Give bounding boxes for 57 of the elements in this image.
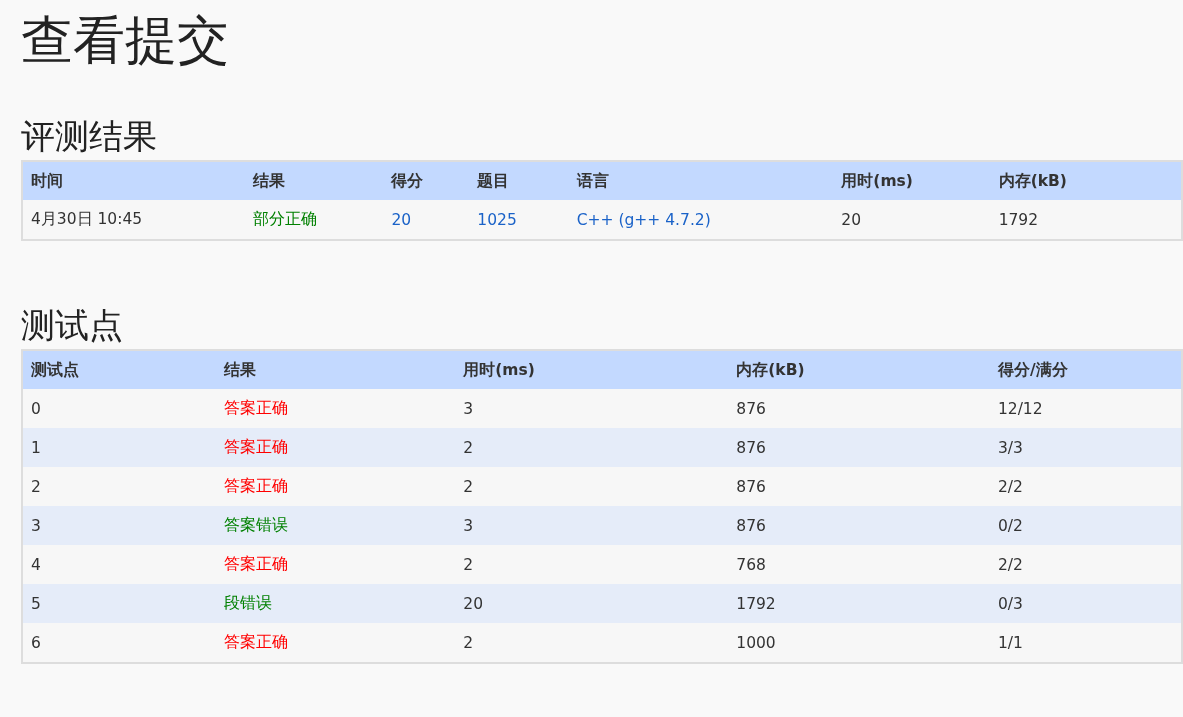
table-cell: 1000 bbox=[736, 633, 776, 652]
table-cell: 2 bbox=[463, 477, 474, 496]
table-cell: 876 bbox=[736, 399, 766, 418]
column-header: 用时(ms) bbox=[833, 161, 991, 200]
table-cell: 2/2 bbox=[997, 477, 1023, 496]
column-header: 用时(ms) bbox=[455, 350, 729, 389]
table-cell: 0/2 bbox=[997, 516, 1023, 535]
table-cell: 5 bbox=[31, 594, 41, 613]
table-cell: 6 bbox=[31, 633, 41, 652]
table-cell: 4 bbox=[31, 555, 41, 574]
table-cell: 1/1 bbox=[997, 633, 1023, 652]
table-cell: 3/3 bbox=[997, 438, 1023, 457]
table-cell: 2 bbox=[31, 477, 41, 496]
table-link[interactable]: C++ (g++ 4.7.2) bbox=[576, 210, 711, 229]
status-text: 部分正确 bbox=[253, 210, 318, 228]
column-header: 测试点 bbox=[22, 350, 217, 389]
table-link[interactable]: 20 bbox=[391, 210, 412, 229]
page-title: 查看提交 bbox=[21, 9, 229, 72]
table-cell: 3 bbox=[31, 516, 41, 535]
table-cell: 0/3 bbox=[997, 594, 1023, 613]
status-text: 答案正确 bbox=[224, 399, 289, 417]
table-cell: 12/12 bbox=[997, 399, 1043, 418]
table-cell: 1 bbox=[31, 438, 41, 457]
column-header: 内存(kB) bbox=[990, 161, 1182, 200]
status-text: 答案正确 bbox=[224, 438, 289, 456]
table-cell: 768 bbox=[736, 555, 766, 574]
column-header: 题目 bbox=[469, 161, 569, 200]
table-cell: 2/2 bbox=[997, 555, 1023, 574]
status-text: 答案正确 bbox=[224, 477, 289, 495]
column-header: 结果 bbox=[245, 161, 384, 200]
table-cell: 2 bbox=[463, 555, 474, 574]
status-text: 答案正确 bbox=[224, 633, 289, 651]
table-cell: 2 bbox=[463, 633, 474, 652]
table-cell: 20 bbox=[463, 594, 483, 613]
table-cell: 3 bbox=[463, 516, 474, 535]
table-cell: 2 bbox=[463, 438, 474, 457]
table-link[interactable]: 1025 bbox=[477, 210, 517, 229]
table-cell: 1792 bbox=[736, 594, 776, 613]
column-header: 时间 bbox=[22, 161, 246, 200]
column-header: 内存(kB) bbox=[728, 350, 990, 389]
table-cell: 876 bbox=[736, 516, 766, 535]
column-header: 语言 bbox=[568, 161, 834, 200]
status-text: 答案正确 bbox=[224, 555, 289, 573]
table-cell: 3 bbox=[463, 399, 474, 418]
table-cell: 4月30日 10:45 bbox=[31, 210, 143, 228]
status-text: 段错误 bbox=[224, 594, 273, 612]
column-header: 结果 bbox=[216, 350, 456, 389]
section-heading: 测试点 bbox=[21, 304, 123, 347]
table-cell: 20 bbox=[841, 210, 862, 229]
section-heading: 评测结果 bbox=[21, 115, 157, 158]
table-cell: 1792 bbox=[998, 210, 1039, 229]
status-text: 答案错误 bbox=[224, 516, 289, 534]
column-header: 得分 bbox=[383, 161, 470, 200]
column-header: 得分/满分 bbox=[989, 350, 1182, 389]
table-cell: 876 bbox=[736, 477, 766, 496]
table-cell: 876 bbox=[736, 438, 766, 457]
table-cell: 0 bbox=[31, 399, 41, 418]
